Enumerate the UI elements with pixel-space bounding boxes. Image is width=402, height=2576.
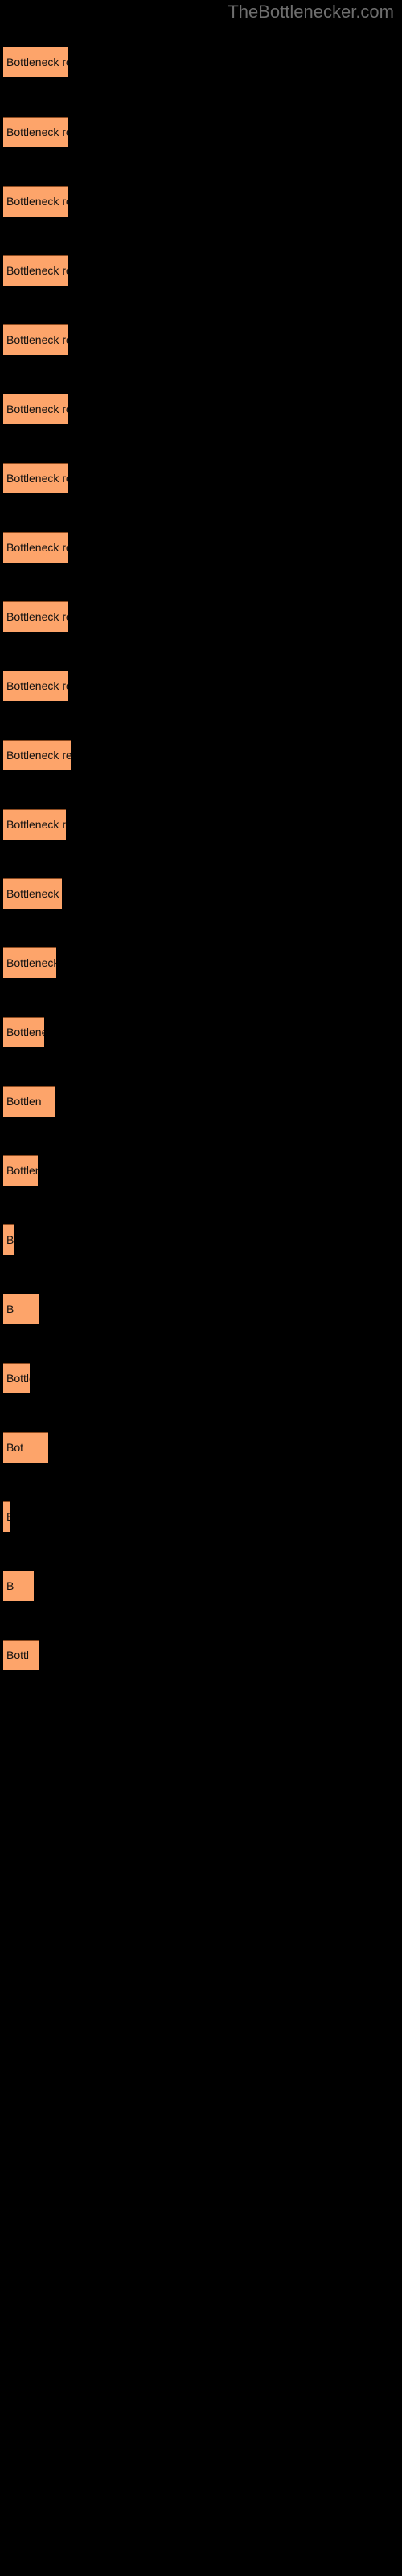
- bar-label: B: [6, 1579, 14, 1592]
- bar-row: Bottleneck resu: [3, 947, 56, 978]
- bar: Bottleneck result: [3, 255, 68, 286]
- bar-label: Bottl: [6, 1649, 30, 1662]
- bar-label: Bottleneck result: [6, 541, 68, 554]
- bar-row: Bottle: [3, 1363, 30, 1393]
- bar-row: Bottlene: [3, 1501, 10, 1532]
- bar-row: Bottleneck: [3, 1155, 38, 1186]
- bar-row: Bottleneck r: [3, 1017, 44, 1047]
- bar: Bottleneck result: [3, 740, 71, 770]
- bar-row: Bottleneck result: [3, 186, 68, 217]
- bar-row: Bottlen: [3, 1086, 55, 1117]
- bar-label: Bottleneck result: [6, 195, 68, 208]
- bar: B: [3, 1571, 34, 1601]
- bar-label: Bottleneck result: [6, 472, 68, 485]
- bar: Bottl: [3, 1640, 39, 1670]
- bar-label: Bottle: [6, 1233, 14, 1246]
- bar-label: Bottleneck result: [6, 126, 68, 138]
- bar-label: Bottleneck result: [6, 679, 68, 692]
- bar-row: Bottleneck result: [3, 394, 68, 424]
- bar-row: Bottleneck resul: [3, 878, 62, 909]
- bar-label: Bottleneck: [6, 1164, 38, 1177]
- bar: Bottleneck: [3, 1155, 38, 1186]
- bottleneck-chart: TheBottlenecker.com Bottleneck resultBot…: [0, 0, 402, 2576]
- bar-label: Bottleneck resu: [6, 818, 66, 831]
- bar-label: Bottleneck result: [6, 749, 71, 762]
- bar-row: Bottleneck result: [3, 463, 68, 493]
- bar: Bottlen: [3, 1086, 55, 1117]
- bar-label: Bottlen: [6, 1095, 42, 1108]
- bar-row: Bottleneck result: [3, 532, 68, 563]
- bar-label: B: [6, 1302, 14, 1315]
- bar-label: Bot: [6, 1441, 24, 1454]
- bar-list: Bottleneck result Bottleneck result Bottle…: [0, 0, 402, 2576]
- bar: Bottleneck result: [3, 324, 68, 355]
- bar: Bottleneck resu: [3, 947, 56, 978]
- bar-row: Bottleneck result: [3, 740, 71, 770]
- bar: Bottlene: [3, 1501, 10, 1532]
- bar: Bottleneck result: [3, 394, 68, 424]
- bar-label: Bottleneck result: [6, 610, 68, 623]
- bar: Bottleneck result: [3, 186, 68, 217]
- bar: Bottleneck result: [3, 117, 68, 147]
- bar-row: Bottl: [3, 1640, 39, 1670]
- bar-label: Bottleneck result: [6, 402, 68, 415]
- bar-row: B: [3, 1571, 34, 1601]
- bar-label: Bottlene: [6, 1510, 10, 1523]
- bar: Bottleneck resul: [3, 878, 62, 909]
- bar-row: Bottle: [3, 1224, 14, 1255]
- bar: Bottleneck resu: [3, 809, 66, 840]
- bar: Bottleneck result: [3, 47, 68, 77]
- bar-label: Bottleneck resul: [6, 887, 62, 900]
- bar: Bot: [3, 1432, 48, 1463]
- bar-label: Bottleneck resu: [6, 956, 56, 969]
- bar-label: Bottle: [6, 1372, 30, 1385]
- bar-row: Bottleneck result: [3, 324, 68, 355]
- bar-row: Bottleneck result: [3, 117, 68, 147]
- bar: Bottleneck result: [3, 532, 68, 563]
- bar: Bottleneck result: [3, 601, 68, 632]
- bar-row: Bottleneck resu: [3, 809, 66, 840]
- bar-row: Bottleneck result: [3, 255, 68, 286]
- bar-row: B: [3, 1294, 39, 1324]
- bar-row: Bot: [3, 1432, 48, 1463]
- bar-label: Bottleneck result: [6, 333, 68, 346]
- bar-row: Bottleneck result: [3, 671, 68, 701]
- bar: Bottleneck r: [3, 1017, 44, 1047]
- bar: Bottle: [3, 1224, 14, 1255]
- bar: B: [3, 1294, 39, 1324]
- bar-row: Bottleneck result: [3, 47, 68, 77]
- bar: Bottleneck result: [3, 463, 68, 493]
- bar: Bottleneck result: [3, 671, 68, 701]
- bar-row: Bottleneck result: [3, 601, 68, 632]
- bar-label: Bottleneck r: [6, 1026, 44, 1038]
- bar-label: Bottleneck result: [6, 56, 68, 68]
- bar-label: Bottleneck result: [6, 264, 68, 277]
- bar: Bottle: [3, 1363, 30, 1393]
